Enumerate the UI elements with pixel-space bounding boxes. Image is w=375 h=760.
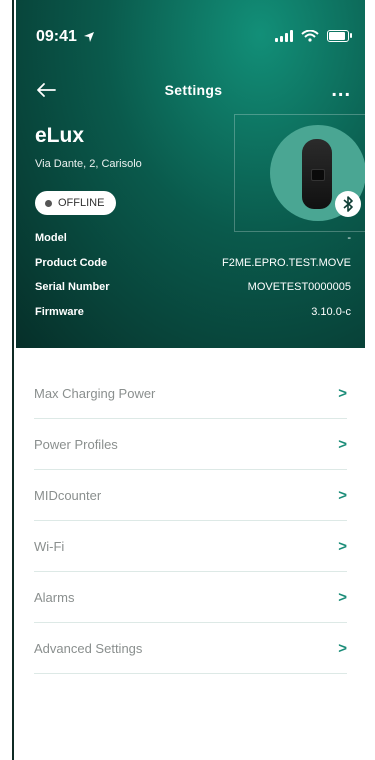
menu-item-midcounter[interactable]: MIDcounter > [34, 470, 347, 521]
info-value: MOVETEST0000005 [247, 281, 351, 293]
chevron-right-icon: > [338, 537, 347, 555]
bluetooth-icon [343, 196, 353, 212]
menu-item-label: MIDcounter [34, 487, 102, 503]
menu-item-wifi[interactable]: Wi-Fi > [34, 521, 347, 572]
info-value: - [347, 232, 351, 244]
menu-item-alarms[interactable]: Alarms > [34, 572, 347, 623]
status-badge: OFFLINE [35, 191, 117, 215]
status-text: OFFLINE [58, 197, 105, 209]
chevron-right-icon: > [338, 639, 347, 657]
chevron-right-icon: > [338, 486, 347, 504]
status-time: 09:41 [36, 28, 95, 46]
bluetooth-badge[interactable] [335, 191, 361, 217]
chevron-right-icon: > [338, 588, 347, 606]
info-value: F2ME.EPRO.TEST.MOVE [222, 257, 351, 269]
menu-item-label: Max Charging Power [34, 385, 156, 401]
device-name: eLux [35, 124, 85, 147]
status-dot-icon [45, 199, 52, 207]
wifi-icon [301, 30, 319, 42]
location-arrow-icon [83, 32, 94, 42]
menu-item-label: Wi-Fi [34, 538, 65, 554]
status-icons [275, 30, 352, 42]
left-border [0, 0, 14, 760]
menu-item-label: Power Profiles [34, 436, 118, 452]
menu-item-label: Advanced Settings [34, 640, 143, 656]
info-label: Model [35, 232, 67, 244]
signal-icon [275, 30, 293, 42]
info-row-firmware: Firmware 3.10.0-c [35, 306, 351, 318]
info-row-serial-number: Serial Number MOVETEST0000005 [35, 281, 351, 293]
chevron-right-icon: > [338, 435, 347, 453]
device-photo [234, 114, 367, 232]
menu-item-max-charging-power[interactable]: Max Charging Power > [34, 368, 347, 419]
menu-item-label: Alarms [34, 589, 75, 605]
page-title: Settings [164, 82, 223, 98]
right-border [365, 0, 375, 760]
battery-icon [327, 30, 352, 42]
nav-bar: Settings ... [36, 78, 351, 102]
chevron-right-icon: > [338, 384, 347, 402]
info-label: Serial Number [35, 281, 110, 293]
info-label: Firmware [35, 306, 84, 318]
menu-item-power-profiles[interactable]: Power Profiles > [34, 419, 347, 470]
time-text: 09:41 [36, 28, 77, 45]
app-frame: 09:41 Settings ... eLux Via Dante, 2, Ca… [0, 0, 375, 760]
device-address: Via Dante, 2, Carisolo [35, 158, 142, 170]
info-row-product-code: Product Code F2ME.EPRO.TEST.MOVE [35, 257, 351, 269]
info-row-model: Model - [35, 232, 351, 244]
info-label: Product Code [35, 257, 108, 269]
charger-icon [302, 139, 332, 209]
device-header: 09:41 Settings ... eLux Via Dante, 2, Ca… [16, 0, 367, 348]
menu-item-advanced-settings[interactable]: Advanced Settings > [34, 623, 347, 674]
info-value: 3.10.0-c [311, 306, 351, 318]
settings-menu: Max Charging Power > Power Profiles > MI… [34, 368, 347, 674]
